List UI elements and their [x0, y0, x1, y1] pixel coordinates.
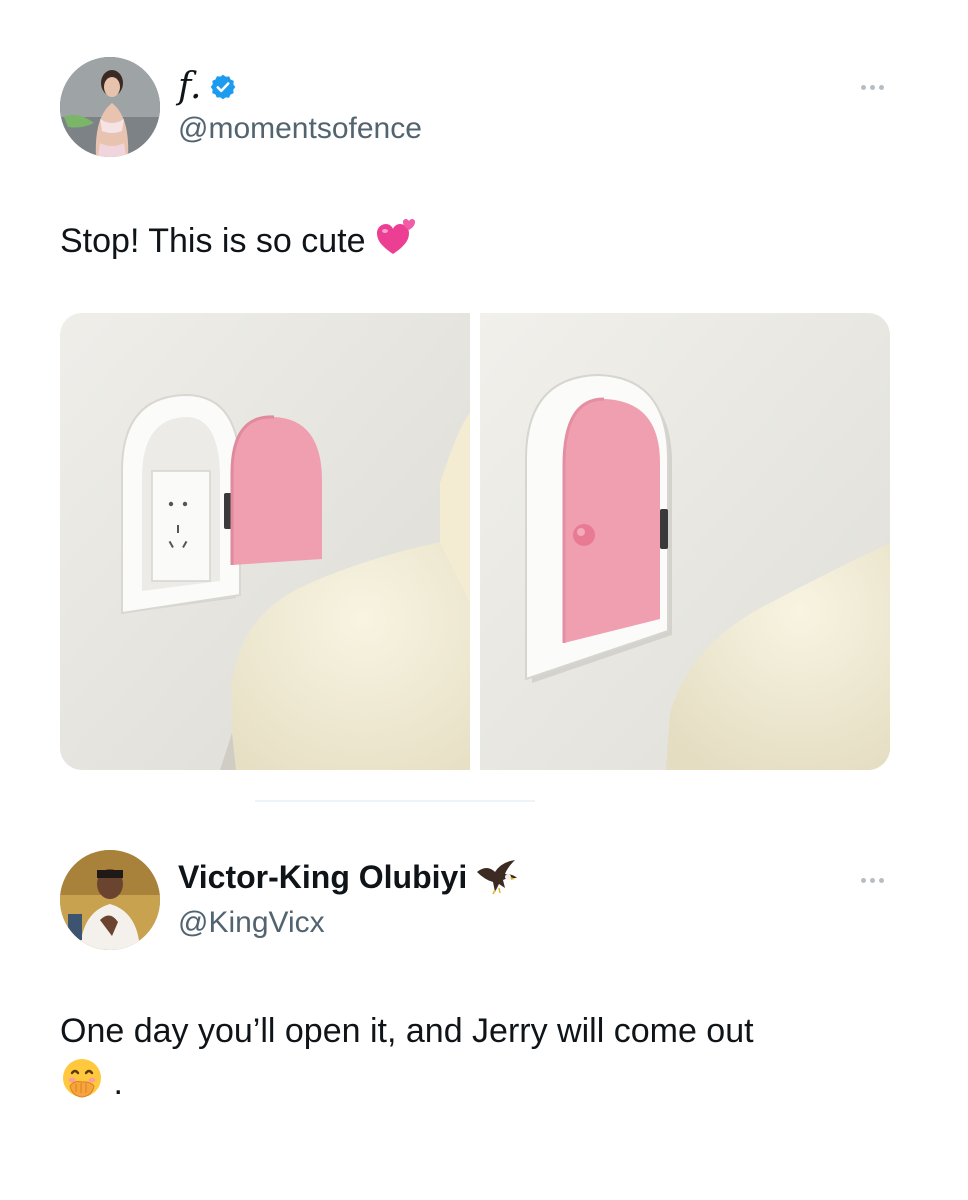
dot — [869, 84, 875, 90]
reply-text-content: One day you’ll open it, and Jerry will c… — [60, 1012, 754, 1050]
divider — [255, 800, 535, 802]
replier-name-row: Victor-King Olubiyi — [178, 858, 519, 896]
avatar-replier[interactable] — [60, 850, 160, 950]
more-options-button[interactable] — [852, 865, 892, 895]
replier-handle[interactable]: @KingVicx — [178, 906, 325, 940]
avatar-author[interactable] — [60, 57, 160, 157]
sparkling-heart-icon — [375, 216, 421, 270]
face-with-hand-over-mouth-icon — [60, 1056, 104, 1114]
verified-badge-icon — [209, 73, 237, 101]
dot — [878, 84, 884, 90]
reply-trailing-text: . — [113, 1063, 123, 1102]
dot — [878, 877, 884, 883]
tweet-text-content: Stop! This is so cute — [60, 221, 366, 260]
author-handle[interactable]: @momentsofence — [178, 112, 422, 146]
more-options-button[interactable] — [852, 72, 892, 102]
tweet-reply: Victor-King Olubiyi @KingVicx One day yo… — [0, 820, 968, 1200]
reply-text: One day you’ll open it, and Jerry will c… — [60, 1008, 900, 1113]
tweet-text: Stop! This is so cute — [60, 216, 421, 270]
author-name-row: f. — [178, 66, 237, 107]
eagle-icon — [475, 858, 519, 896]
photo-closed-door[interactable] — [480, 313, 890, 770]
photo-open-door[interactable] — [60, 313, 470, 770]
replier-display-name[interactable]: Victor-King Olubiyi — [178, 859, 467, 896]
dot — [860, 84, 866, 90]
dot — [860, 877, 866, 883]
dot — [869, 877, 875, 883]
author-display-name[interactable]: f. — [178, 66, 201, 107]
tweet-media-grid — [60, 313, 890, 770]
tweet-original: f. @momentsofence Stop! This is so cute — [0, 0, 968, 800]
